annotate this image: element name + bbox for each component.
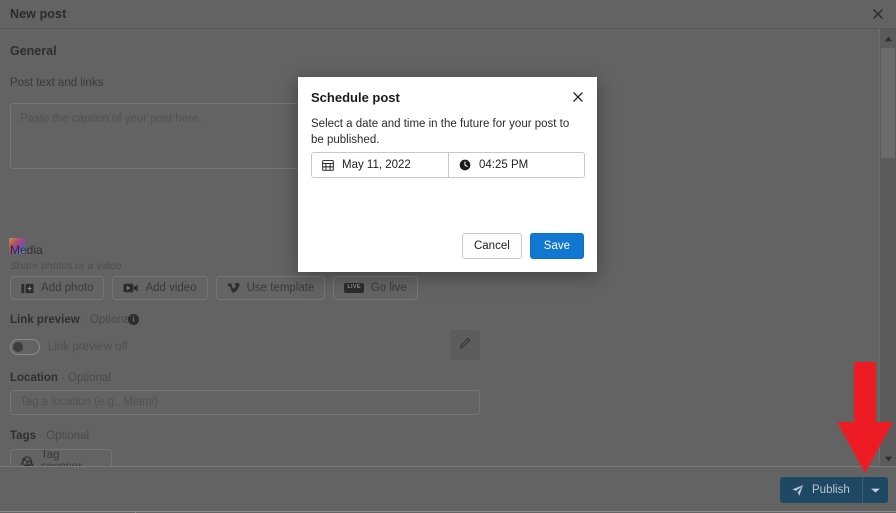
publish-button-group: Publish [780,477,888,503]
add-photo-label: Add photo [41,282,93,294]
location-placeholder: Tag a location (e.g., Miami) [20,396,158,408]
link-preview-label-text: Link preview [10,314,80,326]
sponsor-icon [20,456,34,467]
time-field[interactable]: 04:25 PM [448,153,584,177]
triangle-down-icon [884,449,893,467]
tags-optional: · Optional [36,430,89,442]
live-badge-text: LIVE [344,283,363,293]
cancel-button[interactable]: Cancel [462,233,522,259]
page-scrollbar[interactable] [879,29,896,466]
section-title-general: General [10,44,57,58]
location-optional: · Optional [58,372,111,384]
screenshot-root: New post General Post text and links Pas… [0,0,896,513]
add-photo-icon [21,282,34,295]
date-value: May 11, 2022 [342,159,411,171]
location-label: Location · Optional [10,372,111,384]
scrollbar-thumb[interactable] [881,48,895,158]
footer-action-bar: Publish [0,466,896,513]
pencil-icon [458,335,473,355]
publish-button[interactable]: Publish [780,477,862,503]
toggle-knob [13,342,23,352]
date-field[interactable]: May 11, 2022 [312,153,448,177]
post-text-label: Post text and links [10,77,103,89]
publish-dropdown-caret[interactable] [863,477,888,503]
media-subtitle: Share photos or a video. [10,260,124,272]
dialog-actions: Cancel Save [462,233,584,259]
add-video-icon [123,282,138,294]
link-preview-toggle[interactable] [10,339,40,355]
edit-link-preview-button[interactable] [450,330,480,360]
triangle-up-icon [884,29,893,47]
tags-label-text: Tags [10,430,36,442]
add-video-button[interactable]: Add video [112,276,207,300]
add-video-label: Add video [145,282,196,294]
use-template-label: Use template [247,282,315,294]
location-input[interactable]: Tag a location (e.g., Miami) [10,390,480,415]
post-text-placeholder: Paste the caption of your post here. [20,113,202,125]
info-icon[interactable]: i [128,314,139,325]
media-title: Media [10,243,43,257]
link-preview-label: Link preview · Optional [10,314,133,326]
schedule-post-dialog: Schedule post Select a date and time in … [298,77,597,272]
location-label-text: Location [10,372,58,384]
link-preview-optional: · Optional [80,314,133,326]
close-icon[interactable] [870,6,886,22]
dialog-description: Select a date and time in the future for… [311,116,573,148]
window-titlebar: New post [0,0,896,29]
chevron-down-icon [870,481,881,499]
publish-label: Publish [812,484,850,496]
scroll-up-button[interactable] [880,29,896,46]
vimeo-icon [227,282,240,294]
media-buttons-row: Add photo Add video [10,276,418,300]
use-template-button[interactable]: Use template [216,276,326,300]
datetime-row: May 11, 2022 04:25 PM [311,152,585,178]
clock-icon [459,159,471,171]
dialog-title: Schedule post [311,90,400,105]
tags-label: Tags · Optional [10,430,89,442]
scroll-down-button[interactable] [880,449,896,466]
time-value: 04:25 PM [479,159,528,171]
live-badge-icon: LIVE [344,283,363,293]
go-live-button[interactable]: LIVE Go live [333,276,417,300]
send-icon [791,484,804,497]
add-photo-button[interactable]: Add photo [10,276,104,300]
link-preview-toggle-label: Link preview off [48,341,128,353]
go-live-label: Go live [371,282,407,294]
page-title: New post [10,7,66,21]
save-button[interactable]: Save [530,233,584,259]
dialog-close-icon[interactable] [571,90,585,104]
calendar-icon [322,159,334,171]
